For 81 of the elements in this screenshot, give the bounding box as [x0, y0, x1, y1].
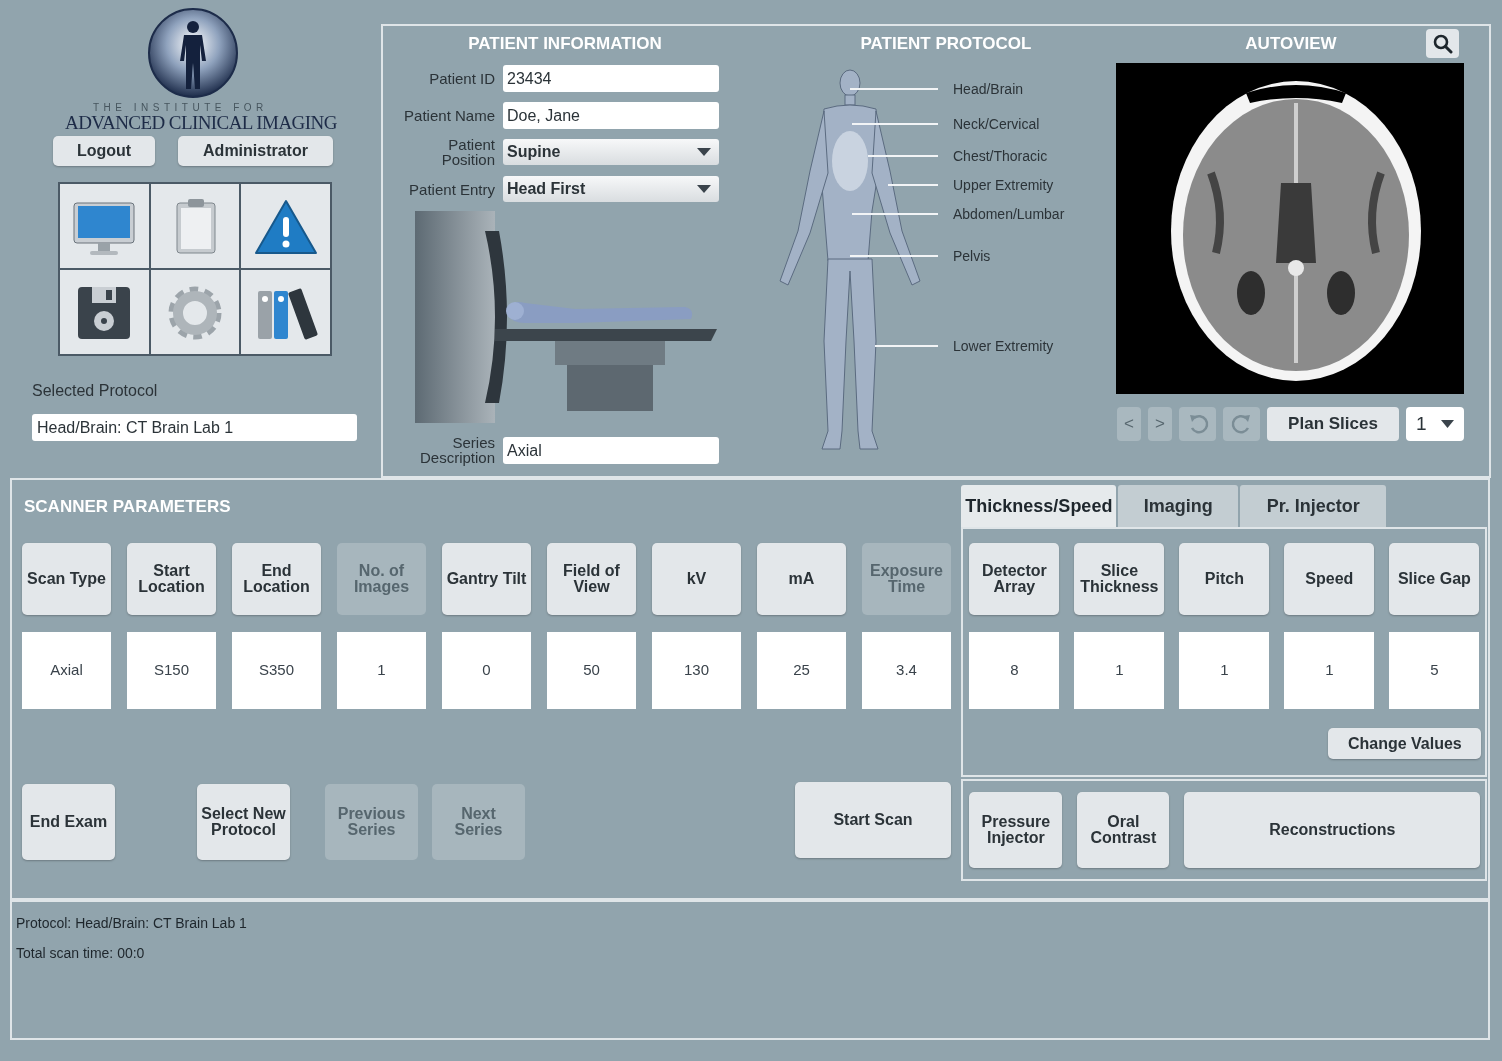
section-title: AUTOVIEW	[1244, 33, 1338, 55]
logout-button[interactable]: Logout	[53, 136, 155, 166]
field-label: Patient Position	[440, 137, 495, 167]
leader-line	[874, 345, 939, 347]
rotate-right-icon	[1230, 412, 1253, 436]
toolbar-tile[interactable]	[60, 184, 149, 268]
action-button[interactable]: Start Scan	[795, 782, 951, 858]
parameter-value-field[interactable]: 25	[757, 632, 846, 709]
toolbar-tile[interactable]	[60, 270, 149, 354]
toolbar-tile[interactable]	[150, 270, 240, 354]
toolbar-tile[interactable]	[241, 270, 330, 354]
field-label: Patient Entry	[408, 181, 495, 197]
parameter-button[interactable]: Slice Gap	[1389, 543, 1480, 615]
parameter-button[interactable]: Detector Array	[969, 543, 1060, 615]
tab[interactable]: Imaging	[1118, 485, 1239, 527]
status-text: Protocol: Head/Brain: CT Brain Lab 1	[16, 914, 248, 933]
body-region-label[interactable]: Upper Extremity	[953, 177, 1054, 193]
action-button[interactable]: End Exam	[22, 784, 115, 860]
toolbar-tile[interactable]	[241, 184, 330, 268]
body-region-label[interactable]: Neck/Cervical	[953, 116, 1040, 132]
parameter-button[interactable]: Speed	[1284, 543, 1375, 615]
caret-icon	[1441, 420, 1454, 428]
input-field[interactable]: Doe, Jane	[503, 101, 719, 129]
parameter-button[interactable]: Pitch	[1179, 543, 1270, 615]
parameter-value-field[interactable]: S350	[232, 632, 321, 709]
input-field[interactable]: 23434	[503, 64, 719, 92]
status-text: Total scan time: 00:0	[16, 944, 146, 963]
parameter-button[interactable]: kV	[652, 543, 741, 615]
body-region-label[interactable]: Abdomen/Lumbar	[953, 206, 1065, 222]
parameter-value-field[interactable]: 1	[1074, 632, 1165, 709]
search-button[interactable]	[1426, 29, 1459, 58]
slice-dropdown[interactable]: 1	[1406, 407, 1464, 441]
parameter-button[interactable]: End Location	[232, 543, 321, 615]
field-label: Patient ID	[428, 70, 495, 86]
logo-text: ADVANCED CLINICAL IMAGING	[65, 113, 337, 133]
action-button[interactable]: Select New Protocol	[197, 784, 290, 860]
field-label: Series Description	[418, 435, 495, 465]
parameter-value-field[interactable]: Axial	[22, 632, 111, 709]
dropdown-field[interactable]: Head First	[503, 176, 719, 202]
input-field[interactable]: Axial	[503, 436, 719, 464]
administrator-button[interactable]: Administrator	[178, 136, 333, 166]
parameter-value-field[interactable]: 50	[547, 632, 636, 709]
parameter-button[interactable]: Gantry Tilt	[442, 543, 531, 615]
section-title: SCANNER PARAMETERS	[24, 496, 232, 518]
section-title: PATIENT PROTOCOL	[859, 33, 1033, 55]
parameter-button[interactable]: Scan Type	[22, 543, 111, 615]
selected-protocol-label: Selected Protocol	[32, 381, 158, 401]
field-label: Patient Name	[403, 107, 495, 123]
body-region-label[interactable]: Chest/Thoracic	[953, 148, 1048, 164]
parameter-value-field[interactable]: 1	[1284, 632, 1375, 709]
tab[interactable]: Pr. Injector	[1240, 485, 1387, 527]
parameter-value-field[interactable]: 8	[969, 632, 1060, 709]
body-region-label[interactable]: Lower Extremity	[953, 338, 1054, 354]
caret-icon	[697, 185, 711, 193]
dropdown-field[interactable]: Supine	[503, 139, 719, 165]
body-region-label[interactable]: Pelvis	[953, 248, 991, 264]
action-button[interactable]: Reconstructions	[1184, 792, 1481, 868]
action-button[interactable]: Oral Contrast	[1077, 792, 1170, 868]
parameter-value-field[interactable]: 1	[1179, 632, 1270, 709]
caret-icon	[697, 148, 711, 156]
tab[interactable]: Thickness/Speed	[961, 485, 1117, 527]
action-button[interactable]: Pressure Injector	[969, 792, 1063, 868]
parameter-value-field[interactable]: 5	[1389, 632, 1480, 709]
logo-tagline: THE INSTITUTE FOR	[93, 102, 268, 113]
search-icon	[1432, 33, 1453, 54]
toolbar-tile[interactable]	[150, 184, 240, 268]
parameter-button[interactable]: mA	[757, 543, 846, 615]
change-values-button[interactable]: Change Values	[1328, 728, 1482, 759]
parameter-value-field[interactable]: 130	[652, 632, 741, 709]
parameter-value-field[interactable]: S150	[127, 632, 216, 709]
leader-line	[887, 184, 939, 186]
selected-protocol-field[interactable]: Head/Brain: CT Brain Lab 1	[32, 414, 357, 441]
parameter-button[interactable]: Start Location	[127, 543, 216, 615]
plan-slices-button[interactable]: Plan Slices	[1267, 407, 1399, 441]
parameter-button[interactable]: Field of View	[547, 543, 636, 615]
section-title: PATIENT INFORMATION	[467, 33, 663, 55]
leader-line	[867, 155, 939, 157]
logo-icon	[147, 7, 239, 99]
parameter-button[interactable]: Slice Thickness	[1074, 543, 1165, 615]
parameter-value-field[interactable]: 0	[442, 632, 531, 709]
body-region-label[interactable]: Head/Brain	[953, 81, 1024, 97]
